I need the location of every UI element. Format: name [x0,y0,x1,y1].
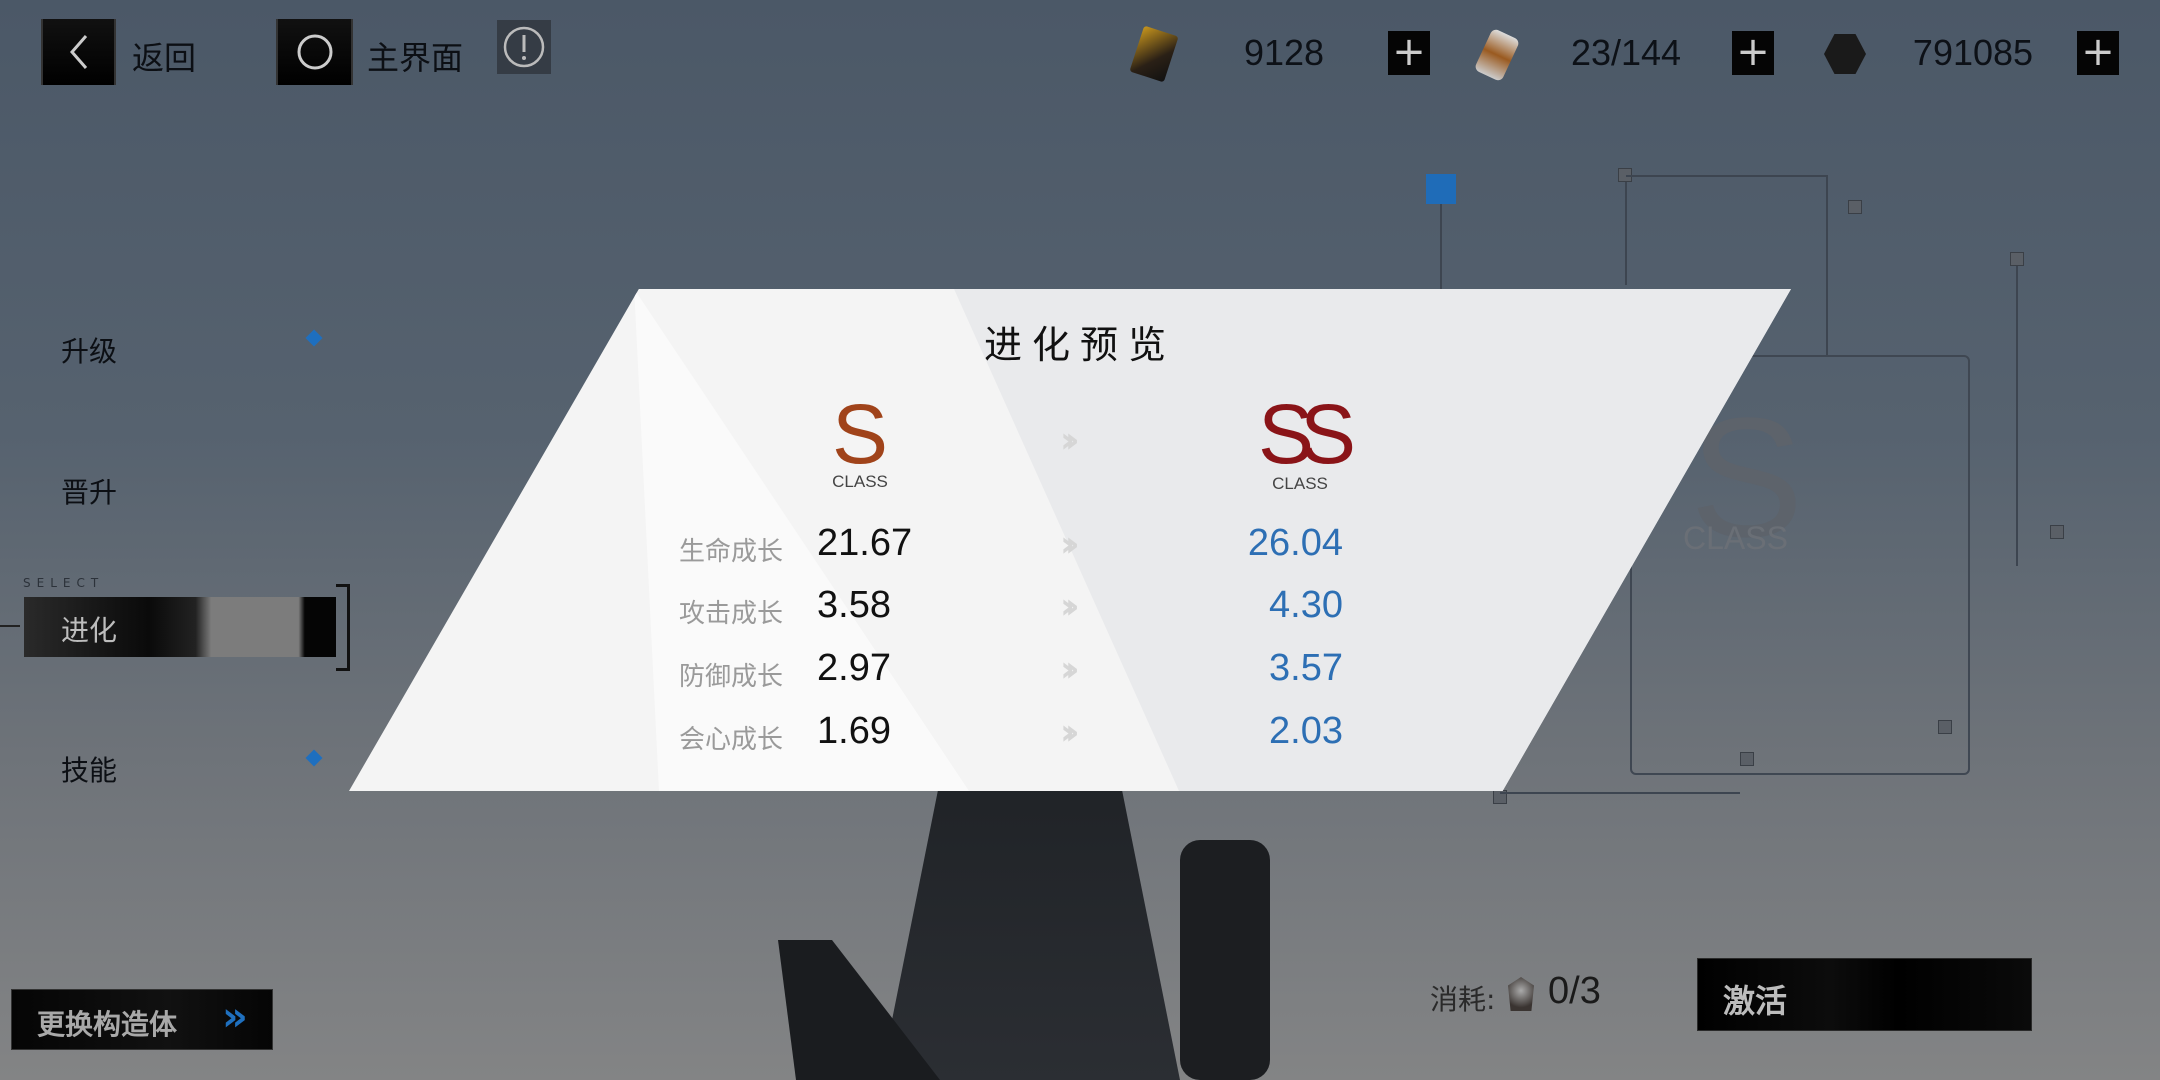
arrow-icon: ›› [1060,649,1079,690]
select-connector [0,625,20,627]
notify-dot-icon [305,749,323,767]
sidebar-item-skills[interactable]: 技能 [61,749,117,789]
resource-value: 9128 [1243,32,1325,73]
activate-label: 激活 [1723,982,1788,1020]
to-grade-logo: SS [1257,387,1356,481]
arrow-icon: ›› [1060,420,1079,461]
arrow-icon: ›› [1060,712,1079,753]
bg-grade-caption: CLASS [1683,520,1788,556]
stat-new-value: 26.04 [1247,522,1343,564]
sidebar-item-evolve[interactable]: 进化 [24,597,336,657]
stat-new-value: 3.57 [1269,647,1343,689]
notify-dot-icon [305,329,323,347]
exclamation-info-icon [503,26,545,68]
select-caption: SELECT [23,576,105,590]
info-button[interactable] [497,20,551,74]
construct-shard-icon [1508,977,1534,1011]
chevron-left-icon [69,35,87,69]
home-label[interactable]: 主界面 [367,33,463,79]
cost-label: 消耗: [1430,983,1496,1016]
arrow-icon: ›› [1060,524,1079,565]
stat-label: 防御成长 [678,662,783,692]
add-resource-button[interactable]: + [1732,31,1774,75]
back-button[interactable] [41,19,116,85]
to-grade-caption: CLASS [1272,474,1328,493]
select-bracket [336,584,350,671]
sidebar-item-label: 进化 [61,614,118,647]
from-grade-logo: S [831,387,889,481]
hex-nut-icon [1824,34,1866,74]
sidebar-item-upgrade[interactable]: 升级 [61,330,117,370]
gold-card-icon [1129,25,1179,83]
stat-old-value: 21.67 [817,522,913,564]
stat-label: 攻击成长 [678,599,783,629]
resource-value: 791085 [1912,32,2034,73]
circle-home-icon [297,34,332,70]
energy-canister-icon [1473,27,1521,83]
stat-label: 会心成长 [678,725,783,755]
switch-construct-button[interactable]: 更换构造体 » [11,989,273,1050]
resource-value: 23/144 [1570,32,1682,73]
add-resource-button[interactable]: + [2077,31,2119,75]
activate-button[interactable]: 激活 [1697,958,2032,1031]
stat-old-value: 3.58 [817,584,891,626]
back-label[interactable]: 返回 [132,33,196,79]
stat-old-value: 2.97 [817,647,891,689]
double-chevron-right-icon: » [222,994,248,1040]
stat-old-value: 1.69 [817,710,891,752]
sidebar-item-promote[interactable]: 晋升 [61,471,117,511]
blue-node-icon [1426,174,1456,204]
stat-new-value: 2.03 [1269,710,1343,752]
add-resource-button[interactable]: + [1388,31,1430,75]
arrow-icon: ›› [1060,586,1079,627]
panel-title: 进化预览 [983,323,1176,367]
stat-label: 生命成长 [678,537,783,567]
home-button[interactable] [276,19,353,85]
character-figure [760,780,1320,1080]
cost-value: 0/3 [1548,970,1601,1012]
stat-new-value: 4.30 [1269,584,1343,626]
from-grade-caption: CLASS [832,472,888,491]
switch-construct-label: 更换构造体 [37,1008,178,1041]
